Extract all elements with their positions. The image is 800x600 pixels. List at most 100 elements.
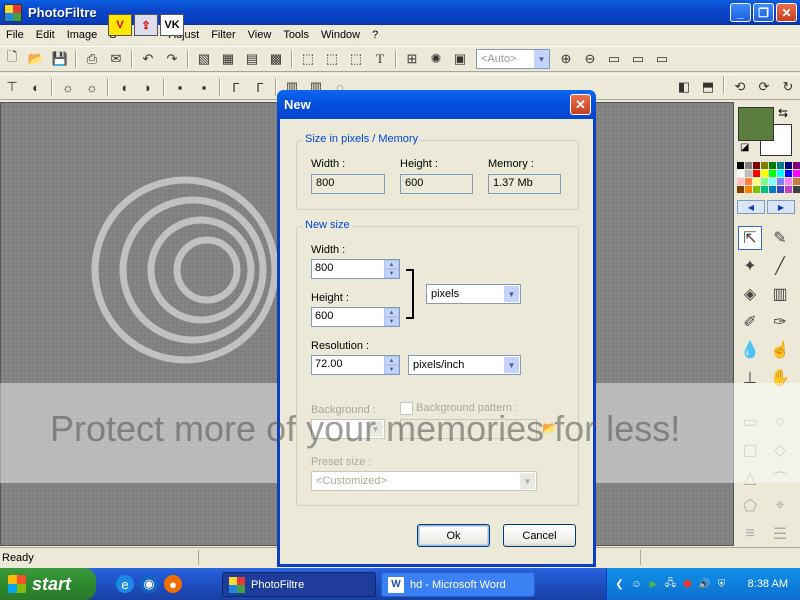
flip-horizontal-icon[interactable]: ◧ [673,76,695,98]
image-size-icon[interactable]: ⬚ [297,48,319,70]
menu-file[interactable]: File [0,29,30,41]
slideshow-icon[interactable]: ▣ [449,48,471,70]
rectangle-shape-icon[interactable]: ▭ [738,410,762,434]
saturation-down-icon[interactable]: ▪ [169,76,191,98]
blur-tool-icon[interactable]: 💧 [738,338,762,362]
selection-mask-icon[interactable]: ▧ [193,48,215,70]
fit-icon[interactable]: ⬚ [345,48,367,70]
menu-image[interactable]: Image [61,29,104,41]
text-icon[interactable]: T [369,48,391,70]
arrow-icon[interactable]: ▶ [647,578,660,591]
network-icon[interactable]: 🖧 [664,578,677,591]
magic-wand-tool-icon[interactable]: ✦ [738,254,762,278]
menu-view[interactable]: View [242,29,278,41]
canvas-size-icon[interactable]: ⬚ [321,48,343,70]
brush-tool-icon[interactable]: ✐ [738,310,762,334]
reset-colors-icon[interactable]: ◪ [740,142,749,153]
swap-colors-icon[interactable]: ⇆ [778,106,788,120]
gamma-up-icon[interactable]: Γ [249,76,271,98]
scan-icon[interactable]: ✉ [105,48,127,70]
foreground-color-swatch[interactable] [738,107,774,141]
rounded-rect-shape-icon[interactable]: ▢ [738,438,762,462]
full-screen-icon[interactable]: ▭ [651,48,673,70]
save-icon[interactable]: 💾 [49,48,71,70]
cancel-button[interactable]: Cancel [503,524,576,547]
resolution-unit-select[interactable]: pixels/inch ▼ [408,355,521,375]
zoom-out-icon[interactable]: ⊖ [579,48,601,70]
open-folder-icon[interactable]: 📂 [25,48,47,70]
shield-icon[interactable]: ⛨ [715,578,728,591]
rotate-180-icon[interactable]: ↻ [777,76,799,98]
menu-window[interactable]: Window [315,29,366,41]
media-player-icon[interactable]: ◉ [140,575,158,593]
taskbar-item-photofiltre[interactable]: PhotoFiltre [222,572,376,597]
actual-size-icon[interactable]: ▭ [603,48,625,70]
explorer-icon[interactable]: ⊞ [401,48,423,70]
fill-tool-icon[interactable]: ◈ [738,282,762,306]
palette-prev-icon[interactable]: ◀ [737,200,765,214]
folder-icon[interactable]: 📂 [542,421,558,437]
contrast-down-icon[interactable]: ◖ [113,76,135,98]
background-pattern-checkbox[interactable] [400,402,413,415]
automate-icon[interactable]: ✺ [425,48,447,70]
layer-icon[interactable]: ▤ [241,48,263,70]
auto-levels-icon[interactable]: ⊤ [1,76,23,98]
align-center-icon[interactable]: ☰ [768,522,792,546]
dialog-title-bar[interactable]: New [277,90,596,119]
firefox-icon[interactable]: ● [164,575,182,593]
redo-icon[interactable]: ↷ [161,48,183,70]
fit-window-icon[interactable]: ▭ [627,48,649,70]
menu-edit[interactable]: Edit [30,29,61,41]
vk-overlay-icon[interactable]: VK [160,14,184,36]
menu-tools[interactable]: Tools [277,29,315,41]
taskbar-item-word[interactable]: W hd - Microsoft Word [381,572,535,597]
gamma-down-icon[interactable]: Γ [225,76,247,98]
align-left-icon[interactable]: ≡ [738,522,762,546]
ok-button[interactable]: Ok [417,524,490,547]
speaker-icon[interactable]: 🔊 [698,578,711,591]
start-button[interactable]: start [0,568,96,600]
width-down-icon[interactable]: ▼ [384,269,399,278]
lasso-shape-icon[interactable]: ⌒ [768,466,792,490]
messenger-icon[interactable]: ☺ [630,578,643,591]
eyedropper-tool-icon[interactable]: ✎ [768,226,792,250]
undo-icon[interactable]: ↶ [137,48,159,70]
restore-button[interactable]: ❐ [753,3,774,22]
resolution-down-icon[interactable]: ▼ [384,365,399,374]
width-up-icon[interactable]: ▲ [384,260,399,269]
palette-next-icon[interactable]: ▶ [767,200,795,214]
triangle-shape-icon[interactable]: △ [738,466,762,490]
rotate-left-icon[interactable]: ⟲ [729,76,751,98]
saturation-up-icon[interactable]: ▪ [193,76,215,98]
transparency-icon[interactable]: ▩ [265,48,287,70]
line-tool-icon[interactable]: ╱ [768,254,792,278]
chevron-left-icon[interactable]: ❮ [613,578,626,591]
polygon-shape-icon[interactable]: ⬠ [738,494,762,518]
auto-contrast-icon[interactable]: ◐ [25,76,47,98]
print-icon[interactable]: ⎙ [81,48,103,70]
unit-select[interactable]: pixels ▼ [426,284,521,304]
height-up-icon[interactable]: ▲ [384,308,399,317]
close-button[interactable]: ✕ [776,3,797,22]
selection-tool-icon[interactable]: ⇱ [738,226,762,250]
diamond-shape-icon[interactable]: ◇ [768,438,792,462]
color-grid[interactable] [737,162,800,193]
v-overlay-icon[interactable]: V [108,14,132,36]
brightness-down-icon[interactable]: ☼ [57,76,79,98]
height-down-icon[interactable]: ▼ [384,317,399,326]
clone-stamp-tool-icon[interactable]: ⊥ [738,366,762,390]
height-spinner[interactable]: 600 ▲ ▼ [311,307,400,327]
menu-help[interactable]: ? [366,29,384,41]
hand-tool-icon[interactable]: ✋ [768,366,792,390]
new-file-icon[interactable]: 🗋 [1,48,23,70]
zoom-in-icon[interactable]: ⊕ [555,48,577,70]
photofiltre-app-icon[interactable] [4,3,22,22]
minimize-button[interactable]: _ [730,3,751,22]
spray-tool-icon[interactable]: ▥ [768,282,792,306]
brightness-up-icon[interactable]: ☼ [81,76,103,98]
flip-vertical-icon[interactable]: ⬒ [697,76,719,98]
resolution-spinner[interactable]: 72.00 ▲ ▼ [311,355,400,375]
ellipse-shape-icon[interactable]: ○ [768,410,792,434]
contrast-up-icon[interactable]: ◗ [137,76,159,98]
internet-explorer-icon[interactable]: e [116,575,134,593]
